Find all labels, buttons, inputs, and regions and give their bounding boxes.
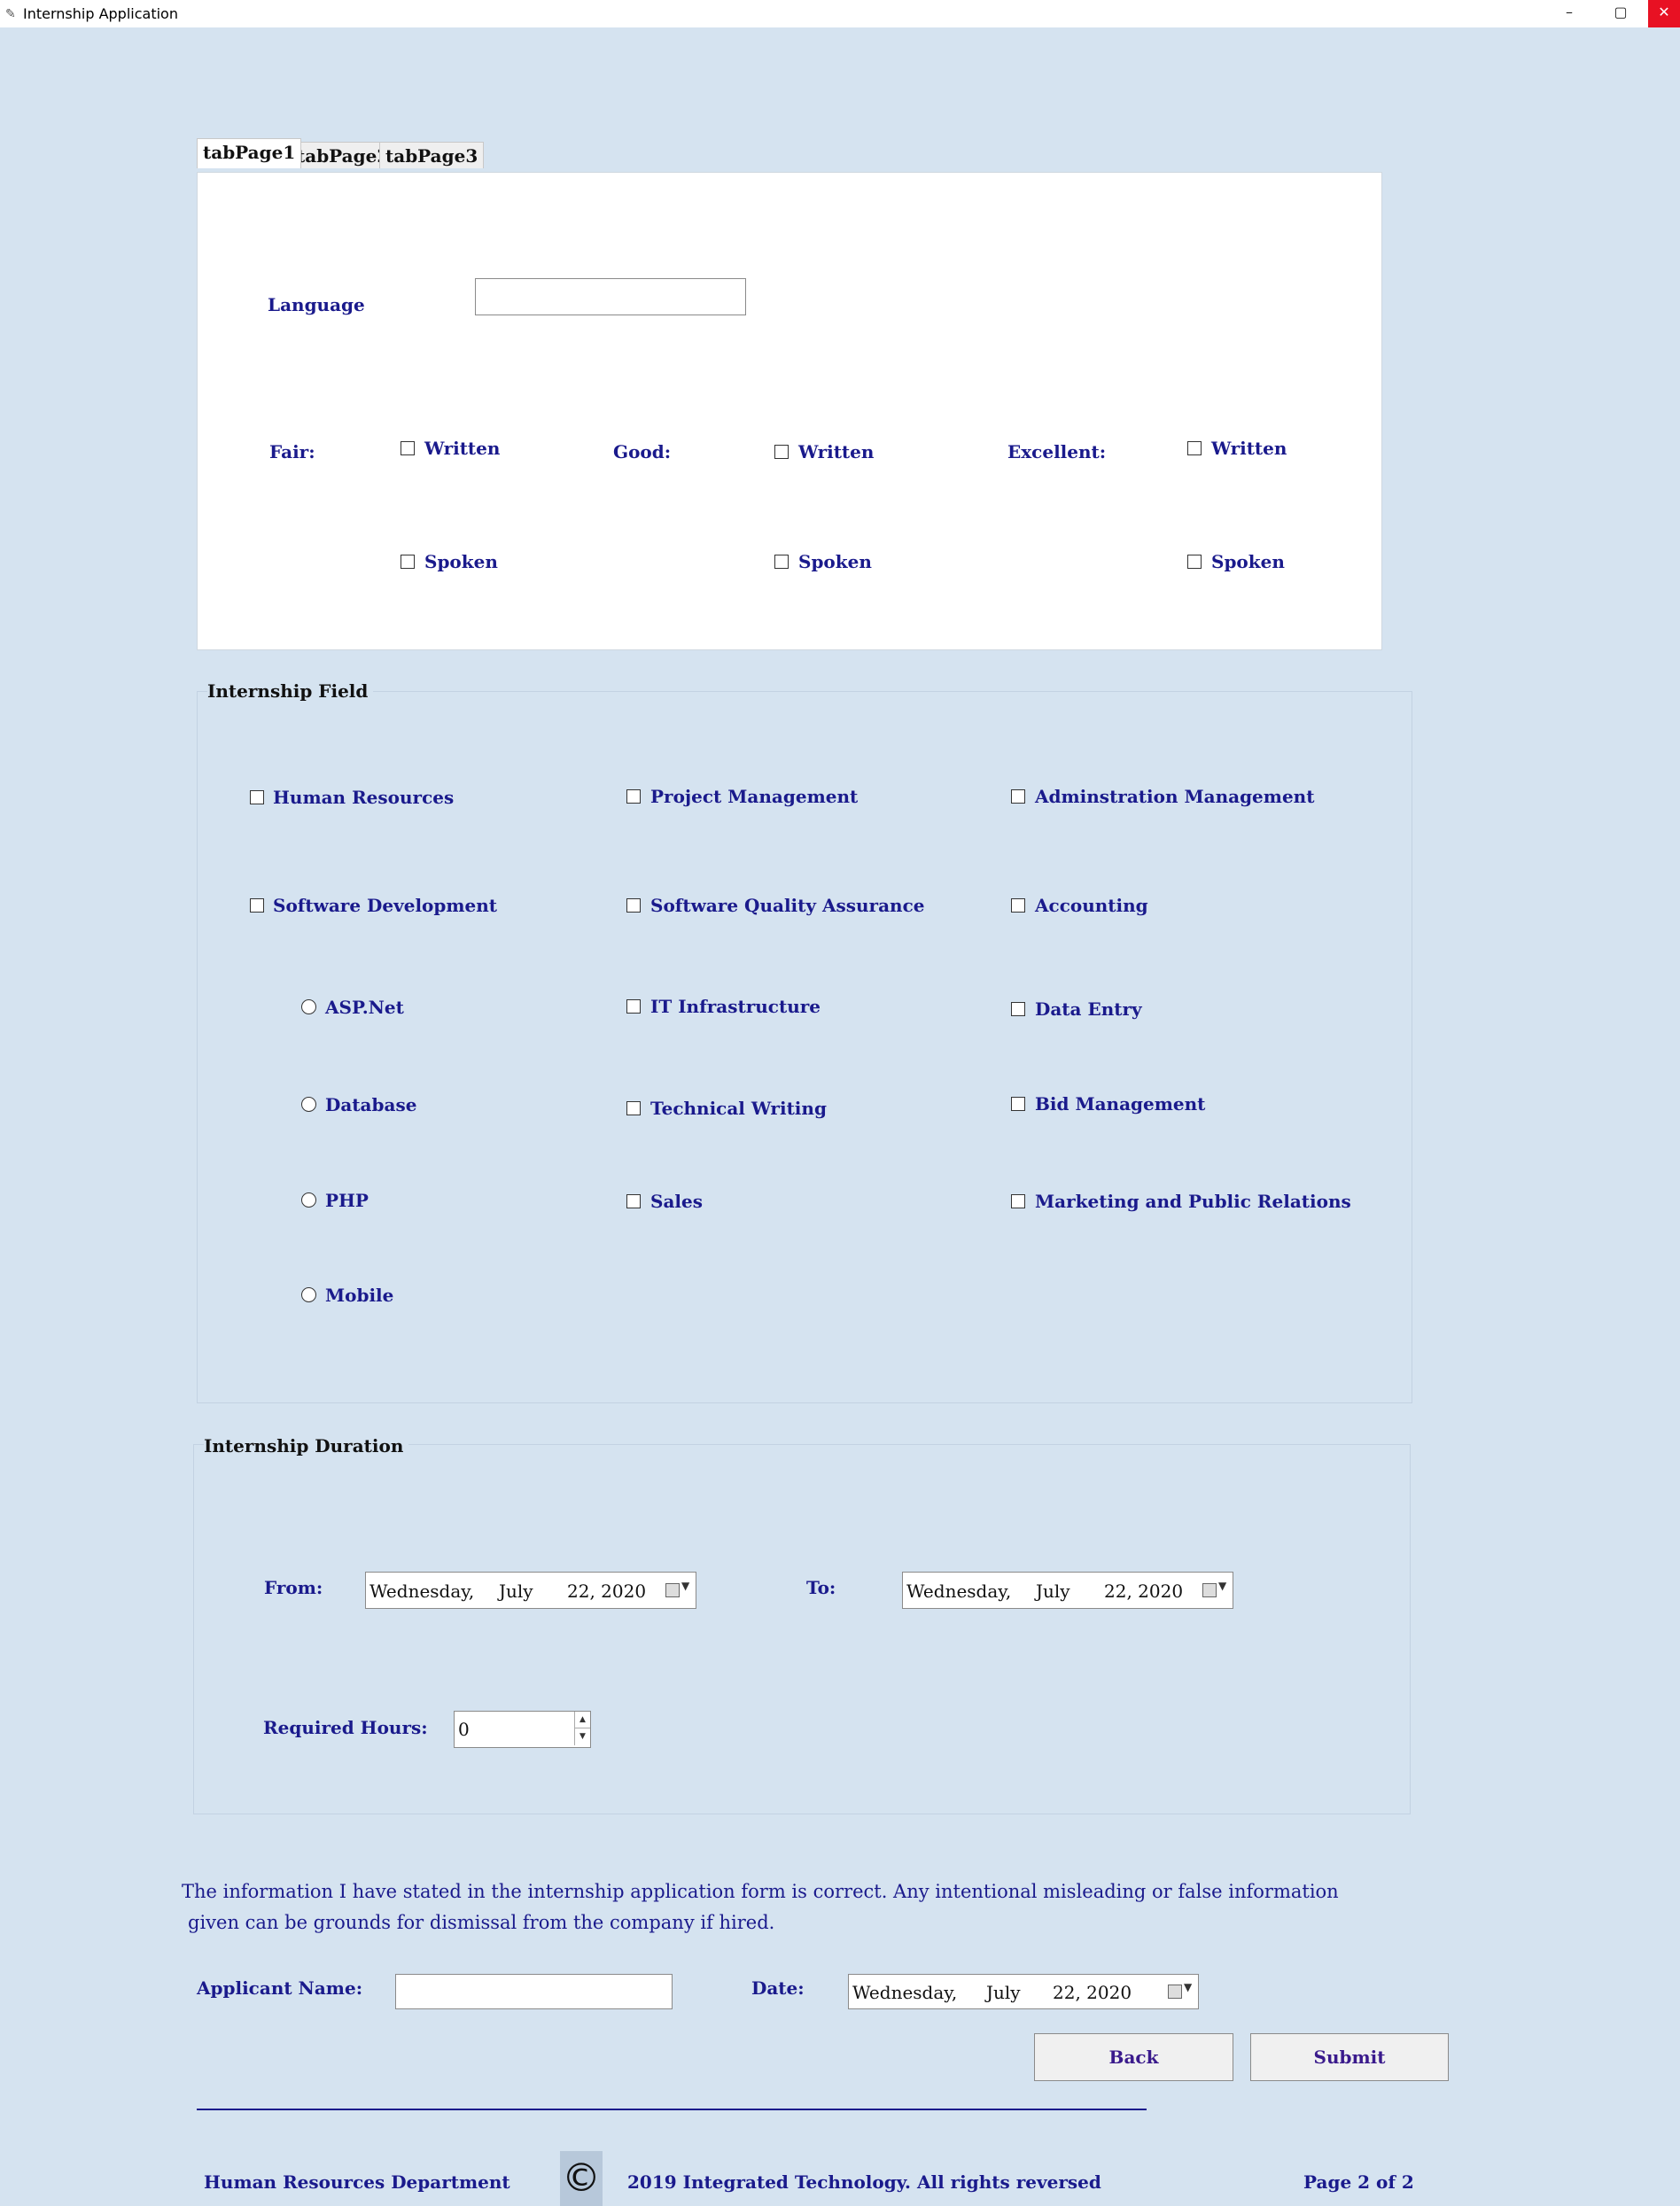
from-date-picker[interactable]: Wednesday, July 22, 2020 ▼ [365,1572,696,1609]
signature-month: July [986,1982,1021,2003]
required-hours-label: Required Hours: [263,1717,428,1738]
it-infrastructure-label[interactable]: IT Infrastructure [650,996,821,1017]
administration-management-checkbox[interactable] [1011,789,1025,804]
aspnet-radio[interactable] [301,999,316,1014]
to-month: July [1036,1581,1070,1602]
chevron-down-icon[interactable]: ▼ [1218,1580,1226,1592]
back-button[interactable]: Back [1034,2033,1233,2081]
project-management-label[interactable]: Project Management [650,786,858,807]
internship-duration-group [193,1444,1411,1814]
internship-duration-title: Internship Duration [204,1435,409,1456]
data-entry-checkbox[interactable] [1011,1002,1025,1016]
software-quality-assurance-checkbox[interactable] [626,898,641,913]
department-name: Human Resources Department [204,2171,510,2193]
language-input[interactable] [475,278,746,315]
from-month: July [499,1581,533,1602]
minimize-button[interactable]: – [1544,0,1595,27]
marketing-public-relations-checkbox[interactable] [1011,1194,1025,1208]
fair-written-label[interactable]: Written [424,438,500,459]
fair-written-checkbox[interactable] [401,441,415,455]
good-spoken-checkbox[interactable] [774,555,789,569]
required-hours-value: 0 [458,1719,470,1740]
copyright-text: 2019 Integrated Technology. All rights r… [627,2171,1101,2193]
marketing-public-relations-label[interactable]: Marketing and Public Relations [1035,1191,1351,1212]
human-resources-label[interactable]: Human Resources [273,787,454,808]
declaration-line-1: The information I have stated in the int… [182,1881,1339,1902]
accounting-checkbox[interactable] [1011,898,1025,913]
aspnet-label[interactable]: ASP.Net [325,997,404,1018]
signature-date: 22, 2020 [1053,1982,1132,2003]
to-date-picker[interactable]: Wednesday, July 22, 2020 ▼ [902,1572,1233,1609]
project-management-checkbox[interactable] [626,789,641,804]
database-label[interactable]: Database [325,1094,416,1115]
data-entry-label[interactable]: Data Entry [1035,998,1142,1020]
technical-writing-checkbox[interactable] [626,1101,641,1115]
page-number: Page 2 of 2 [1303,2171,1414,2193]
good-written-checkbox[interactable] [774,445,789,459]
tab-page1[interactable]: tabPage1 [197,138,302,168]
accounting-label[interactable]: Accounting [1035,895,1148,916]
software-development-label[interactable]: Software Development [273,895,497,916]
software-quality-assurance-label[interactable]: Software Quality Assurance [650,895,924,916]
fair-label: Fair: [269,441,315,462]
language-label: Language [268,294,365,315]
submit-button[interactable]: Submit [1250,2033,1449,2081]
bid-management-checkbox[interactable] [1011,1097,1025,1111]
administration-management-label[interactable]: Adminstration Management [1035,786,1314,807]
window-title: Internship Application [23,5,178,22]
signature-day: Wednesday, [852,1982,958,2003]
php-label[interactable]: PHP [325,1190,369,1211]
close-button[interactable]: ✕ [1648,0,1680,27]
sales-checkbox[interactable] [626,1194,641,1208]
mobile-label[interactable]: Mobile [325,1285,393,1306]
footer-divider [197,2109,1147,2110]
database-radio[interactable] [301,1097,316,1112]
internship-field-title: Internship Field [207,680,374,702]
calendar-icon[interactable] [1202,1583,1217,1597]
mobile-radio[interactable] [301,1287,316,1302]
from-date: 22, 2020 [567,1581,647,1602]
excellent-spoken-checkbox[interactable] [1187,555,1202,569]
stepper-down-icon[interactable]: ▼ [574,1728,590,1745]
good-spoken-label[interactable]: Spoken [798,551,872,572]
date-label: Date: [751,1977,805,1999]
copyright-icon: © [560,2151,603,2206]
required-hours-stepper[interactable]: 0 ▲ ▼ [454,1711,591,1748]
bid-management-label[interactable]: Bid Management [1035,1093,1205,1115]
excellent-spoken-label[interactable]: Spoken [1211,551,1285,572]
to-label: To: [806,1577,836,1598]
it-infrastructure-checkbox[interactable] [626,999,641,1014]
app-icon: ✎ [5,7,16,21]
fair-spoken-label[interactable]: Spoken [424,551,498,572]
maximize-button[interactable]: ▢ [1595,0,1646,27]
tab-panel [197,172,1382,650]
from-label: From: [264,1577,323,1598]
excellent-written-label[interactable]: Written [1211,438,1287,459]
calendar-icon[interactable] [665,1583,680,1597]
from-day: Wednesday, [369,1581,475,1602]
title-bar: ✎ Internship Application – ▢ ✕ [0,0,1680,27]
stepper-up-icon[interactable]: ▲ [574,1712,590,1728]
good-label: Good: [613,441,672,462]
good-written-label[interactable]: Written [798,441,874,462]
to-day: Wednesday, [906,1581,1012,1602]
php-radio[interactable] [301,1192,316,1208]
fair-spoken-checkbox[interactable] [401,555,415,569]
calendar-icon[interactable] [1168,1985,1182,1999]
applicant-name-input[interactable] [395,1974,673,2009]
chevron-down-icon[interactable]: ▼ [1184,1981,1192,1993]
sales-label[interactable]: Sales [650,1191,703,1212]
applicant-name-label: Applicant Name: [197,1977,363,1999]
technical-writing-label[interactable]: Technical Writing [650,1098,827,1119]
tab-page3[interactable]: tabPage3 [379,142,485,168]
signature-date-picker[interactable]: Wednesday, July 22, 2020 ▼ [848,1974,1199,2009]
to-date: 22, 2020 [1104,1581,1184,1602]
human-resources-checkbox[interactable] [250,790,264,804]
excellent-label: Excellent: [1007,441,1107,462]
software-development-checkbox[interactable] [250,898,264,913]
chevron-down-icon[interactable]: ▼ [681,1580,689,1592]
declaration-line-2: given can be grounds for dismissal from … [188,1912,775,1933]
excellent-written-checkbox[interactable] [1187,441,1202,455]
